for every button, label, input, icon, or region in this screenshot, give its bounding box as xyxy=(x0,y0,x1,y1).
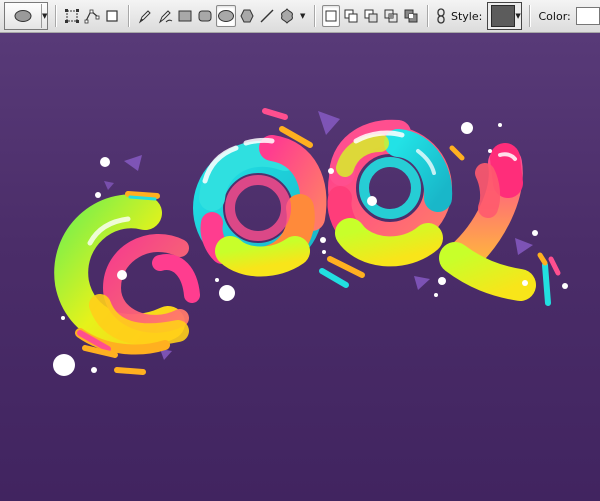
letter-o-second xyxy=(327,119,453,267)
pen-icon[interactable] xyxy=(136,5,154,27)
tool-preset-picker[interactable]: ▼ xyxy=(4,2,49,30)
letter-l xyxy=(439,143,536,301)
chevron-down-icon[interactable]: ▼ xyxy=(42,12,47,20)
subtract-icon[interactable] xyxy=(362,5,380,27)
letter-c xyxy=(54,194,200,355)
fill-pixels-icon[interactable] xyxy=(103,5,121,27)
add-to-shape-icon[interactable] xyxy=(342,5,360,27)
cool-artwork xyxy=(53,108,568,376)
line-icon[interactable] xyxy=(258,5,276,27)
freeform-pen-icon[interactable] xyxy=(156,5,174,27)
intersect-icon[interactable] xyxy=(382,5,400,27)
paths-icon[interactable] xyxy=(83,5,101,27)
rounded-rectangle-icon[interactable] xyxy=(196,5,214,27)
decor-triangle xyxy=(515,238,533,255)
decor-triangle xyxy=(104,181,114,190)
app-window: ▼ ▼ Style: ▼ Color: xyxy=(0,0,600,501)
ellipse-tool-icon xyxy=(5,4,42,28)
new-layer-icon[interactable] xyxy=(322,5,341,27)
options-bar: ▼ ▼ Style: ▼ Color: xyxy=(0,0,600,33)
link-icon[interactable] xyxy=(435,5,447,27)
custom-shape-icon[interactable] xyxy=(278,5,296,27)
decor-triangle xyxy=(124,155,142,171)
toolbar-divider xyxy=(528,5,530,27)
decor-triangle xyxy=(318,111,340,135)
color-label: Color: xyxy=(538,9,571,23)
color-swatch[interactable] xyxy=(575,7,600,25)
ellipse-icon[interactable] xyxy=(215,5,236,27)
style-label: Style: xyxy=(450,9,483,23)
decor-triangle xyxy=(414,276,430,290)
toolbar-divider xyxy=(314,5,316,27)
style-picker[interactable]: ▼ xyxy=(487,2,522,30)
letter-o-first xyxy=(193,135,327,277)
toolbar-divider xyxy=(427,5,428,27)
style-swatch-preview xyxy=(491,5,516,27)
toolbar-divider xyxy=(128,5,129,27)
chevron-down-icon[interactable]: ▼ xyxy=(300,12,305,20)
document-canvas[interactable] xyxy=(0,33,600,501)
rectangle-icon[interactable] xyxy=(176,5,194,27)
shape-layers-icon[interactable] xyxy=(63,5,81,27)
polygon-icon[interactable] xyxy=(238,5,256,27)
exclude-icon[interactable] xyxy=(402,5,420,27)
chevron-down-icon[interactable]: ▼ xyxy=(515,12,520,20)
toolbar-divider xyxy=(55,5,57,27)
